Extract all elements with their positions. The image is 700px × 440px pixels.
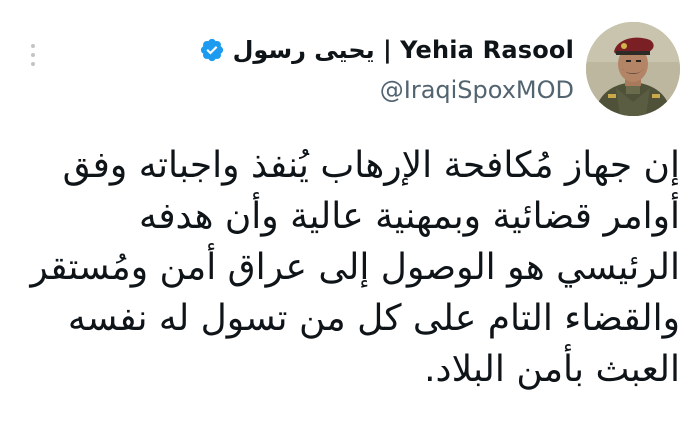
user-handle[interactable]: @IraqiSpoxMOD xyxy=(380,76,574,104)
verified-badge-icon xyxy=(200,38,223,62)
tweet-text-line: العبث بأمن البلاد. xyxy=(424,349,680,390)
avatar-image xyxy=(586,22,680,116)
more-dot xyxy=(31,62,35,66)
tweet-card: يحيى رسول | Yehia Rasool @IraqiSpoxMOD إ… xyxy=(0,0,700,440)
tweet-text-line: الرئيسي هو الوصول إلى عراق أمن ومُستقر xyxy=(30,247,680,288)
more-dot xyxy=(31,44,35,48)
author-name-row[interactable]: يحيى رسول | Yehia Rasool xyxy=(199,33,574,67)
avatar[interactable] xyxy=(586,22,680,116)
tweet-text-line: إن جهاز مُكافحة الإرهاب يُنفذ واجباته وف… xyxy=(62,145,680,186)
more-options-icon[interactable] xyxy=(26,44,40,66)
more-dot xyxy=(31,53,35,57)
tweet-text-line: والقضاء التام على كل من تسول له نفسه xyxy=(67,298,680,339)
display-name[interactable]: يحيى رسول | Yehia Rasool xyxy=(233,36,574,64)
tweet-text: إن جهاز مُكافحة الإرهاب يُنفذ واجباته وف… xyxy=(20,140,680,395)
tweet-text-line: أوامر قضائية وبمهنية عالية وأن هدفه xyxy=(139,196,680,237)
